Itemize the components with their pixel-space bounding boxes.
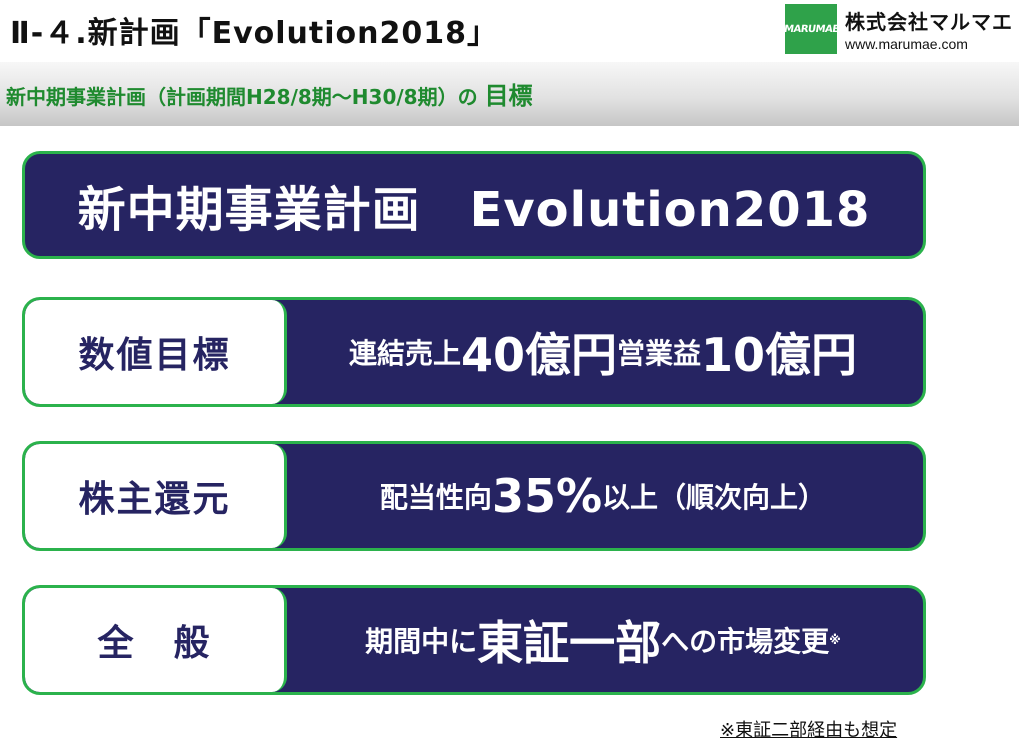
general-label: 全 般 — [97, 623, 212, 664]
numeric-target-label-box: 数値目標 — [25, 300, 287, 404]
subtitle-emphasis: 目標 — [484, 82, 533, 110]
page-title: Ⅱ-４.新計画「Evolution2018」 — [10, 16, 498, 51]
operating-profit-label: 営業益 — [617, 337, 702, 370]
footnote: ※東証二部経由も想定 — [720, 720, 898, 741]
company-url: www.marumae.com — [845, 36, 968, 52]
logo-mark-icon: MARUMAE — [782, 4, 840, 54]
general-row: 全 般 期間中に 東証一部 への市場変更 ※ — [22, 585, 926, 695]
payout-suffix: 以上（順次向上） — [602, 481, 827, 514]
shareholder-return-label-box: 株主還元 — [25, 444, 287, 548]
general-prefix: 期間中に — [365, 625, 478, 658]
company-name: 株式会社マルマエ — [845, 10, 1013, 34]
general-content: 期間中に 東証一部 への市場変更 ※ — [295, 588, 911, 692]
general-note-mark: ※ — [829, 633, 841, 647]
sales-label: 連結売上 — [348, 337, 461, 370]
shareholder-return-content: 配当性向 35% 以上（順次向上） — [295, 444, 911, 548]
subtitle: 新中期事業計画（計画期間H28/8期～H30/8期）の 目標 — [6, 76, 533, 111]
sales-value: 40億円 — [460, 328, 617, 382]
general-label-box: 全 般 — [25, 588, 287, 692]
shareholder-return-label: 株主還元 — [78, 479, 231, 520]
payout-value: 35% — [491, 469, 603, 523]
general-suffix: への市場変更 — [661, 625, 830, 658]
shareholder-return-row: 株主還元 配当性向 35% 以上（順次向上） — [22, 441, 926, 551]
payout-label: 配当性向 — [379, 481, 492, 514]
numeric-target-label: 数値目標 — [78, 335, 231, 376]
operating-profit-value: 10億円 — [701, 328, 858, 382]
subtitle-main: 新中期事業計画（計画期間H28/8期～H30/8期）の — [6, 85, 478, 109]
numeric-target-row: 数値目標 連結売上 40億円 営業益 10億円 — [22, 297, 926, 407]
plan-title: 新中期事業計画 Evolution2018 — [77, 182, 871, 238]
logo-mark-text: MARUMAE — [782, 23, 840, 35]
company-logo: MARUMAE 株式会社マルマエ www.marumae.com — [782, 2, 1015, 58]
tse-first-section: 東証一部 — [477, 616, 662, 670]
numeric-target-content: 連結売上 40億円 営業益 10億円 — [295, 300, 911, 404]
plan-title-box: 新中期事業計画 Evolution2018 — [22, 151, 926, 259]
